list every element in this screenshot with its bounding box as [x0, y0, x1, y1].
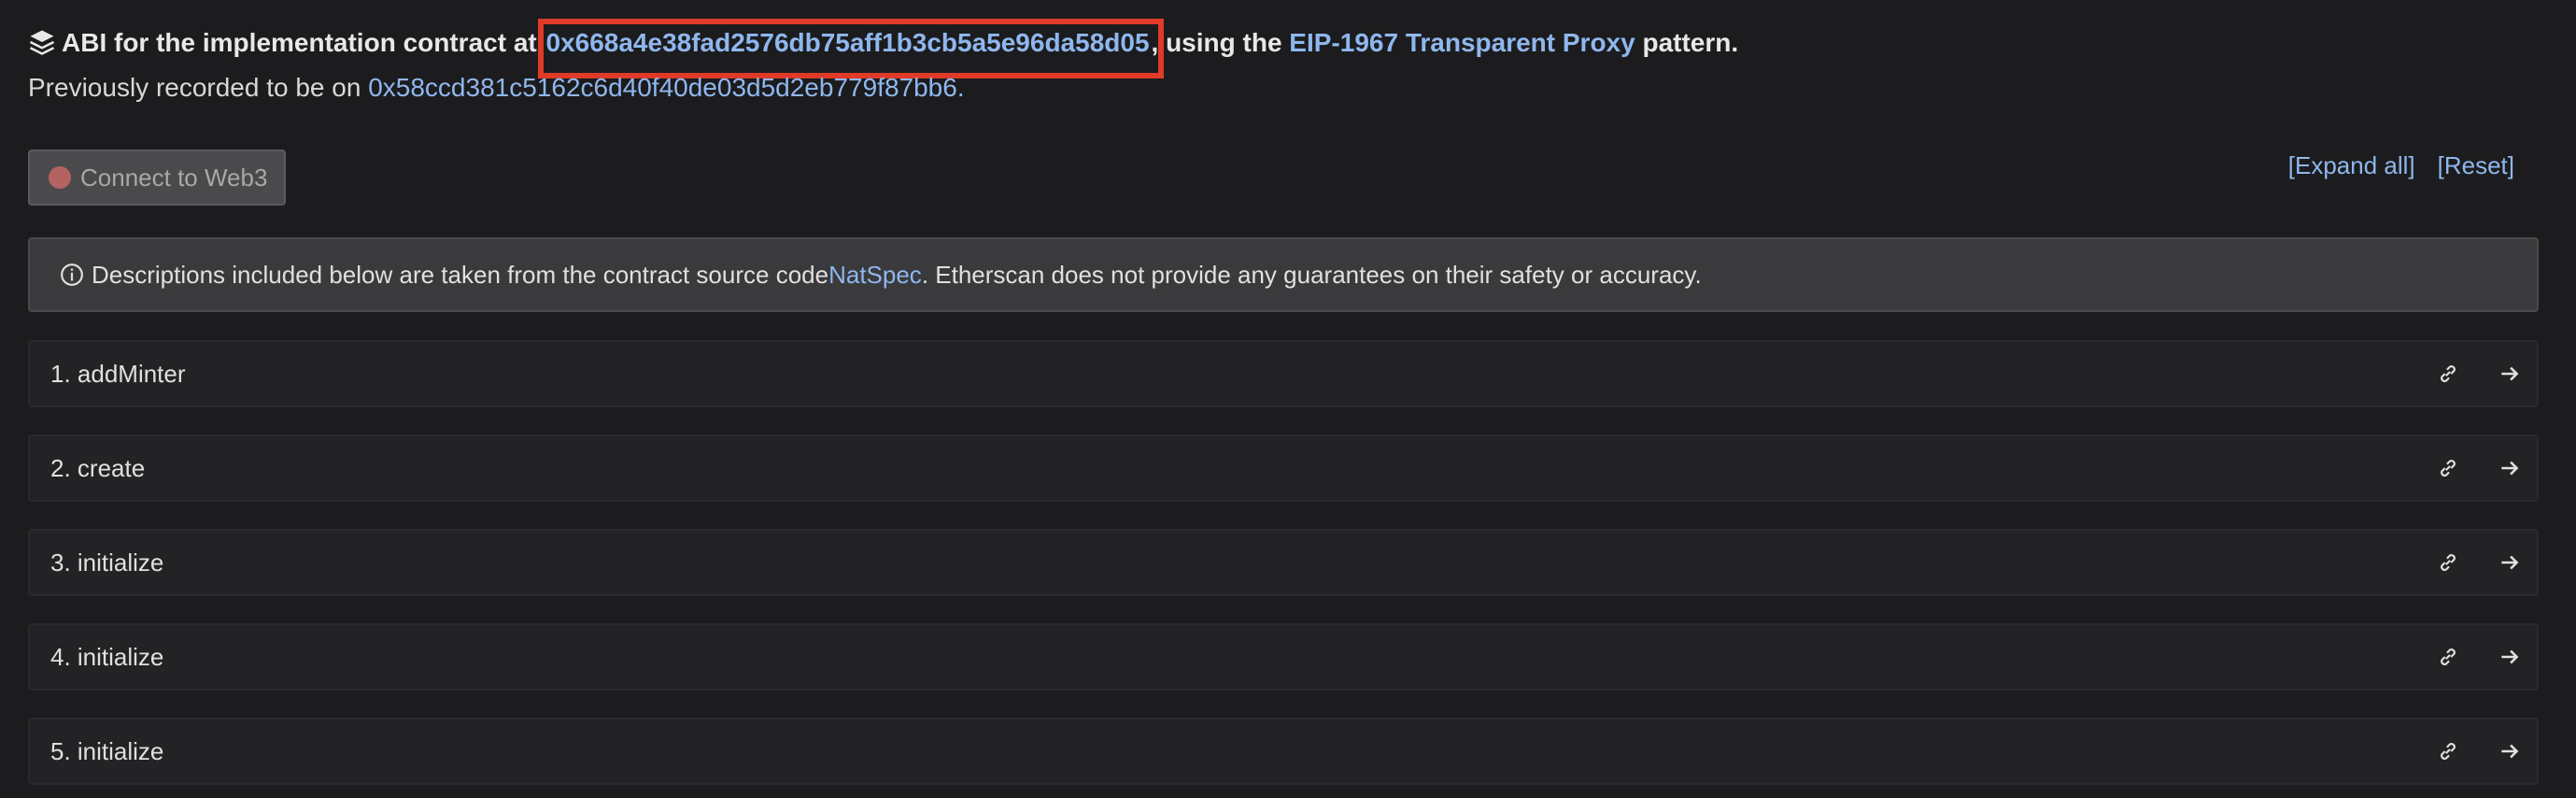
function-label: 2. create [50, 453, 146, 482]
connect-label: Connect to Web3 [80, 163, 268, 192]
previous-address-line: Previously recorded to be on 0x58ccd381c… [28, 73, 965, 103]
arrow-right-icon[interactable] [2498, 362, 2522, 386]
link-icon[interactable] [2436, 645, 2460, 669]
implementation-address-link[interactable]: 0x668a4e38fad2576db75aff1b3cb5a5e96da58d… [545, 28, 1152, 57]
abi-header-suffix: pattern. [1635, 28, 1739, 57]
read-contract-panel: ABI for the implementation contract at 0… [0, 0, 2576, 798]
natspec-notice: Descriptions included below are taken fr… [28, 237, 2539, 312]
proxy-pattern-link[interactable]: EIP-1967 Transparent Proxy [1289, 28, 1635, 57]
arrow-right-icon[interactable] [2498, 550, 2522, 575]
top-actions: [Expand all] [Reset] [2288, 151, 2514, 180]
function-label: 4. initialize [50, 642, 164, 671]
abi-header: ABI for the implementation contract at 0… [28, 28, 1738, 58]
arrow-right-icon[interactable] [2498, 645, 2522, 669]
info-circle-icon [61, 264, 83, 286]
previous-address-link[interactable]: 0x58ccd381c5162c6d40f40de03d5d2eb779f87b… [368, 73, 957, 102]
previous-suffix: . [956, 73, 965, 102]
abi-header-middle: using the [1158, 28, 1290, 57]
expand-all-link[interactable]: [Expand all] [2288, 151, 2415, 180]
function-label: 3. initialize [50, 548, 164, 577]
notice-prefix: Descriptions included below are taken fr… [92, 260, 829, 289]
link-icon[interactable] [2436, 362, 2460, 386]
natspec-link[interactable]: NatSpec [828, 261, 922, 290]
connection-status-dot [49, 166, 71, 189]
arrow-right-icon[interactable] [2498, 739, 2522, 763]
link-icon[interactable] [2436, 456, 2460, 480]
function-label: 5. initialize [50, 736, 164, 765]
reset-link[interactable]: [Reset] [2438, 151, 2514, 180]
function-label: 1. addMinter [50, 359, 186, 388]
link-icon[interactable] [2436, 550, 2460, 575]
link-icon[interactable] [2436, 739, 2460, 763]
function-row-4[interactable]: 4. initialize [28, 623, 2539, 691]
abi-header-prefix: ABI for the implementation contract at [62, 28, 545, 57]
connect-to-web3-button[interactable]: Connect to Web3 [28, 150, 286, 206]
function-row-1[interactable]: 1. addMinter [28, 340, 2539, 407]
function-row-3[interactable]: 3. initialize [28, 529, 2539, 596]
function-row-5[interactable]: 5. initialize [28, 718, 2539, 785]
layers-icon [29, 30, 55, 55]
notice-suffix: . Etherscan does not provide any guarant… [921, 260, 1702, 289]
arrow-right-icon[interactable] [2498, 456, 2522, 480]
function-row-2[interactable]: 2. create [28, 435, 2539, 502]
previous-prefix: Previously recorded to be on [28, 73, 369, 102]
